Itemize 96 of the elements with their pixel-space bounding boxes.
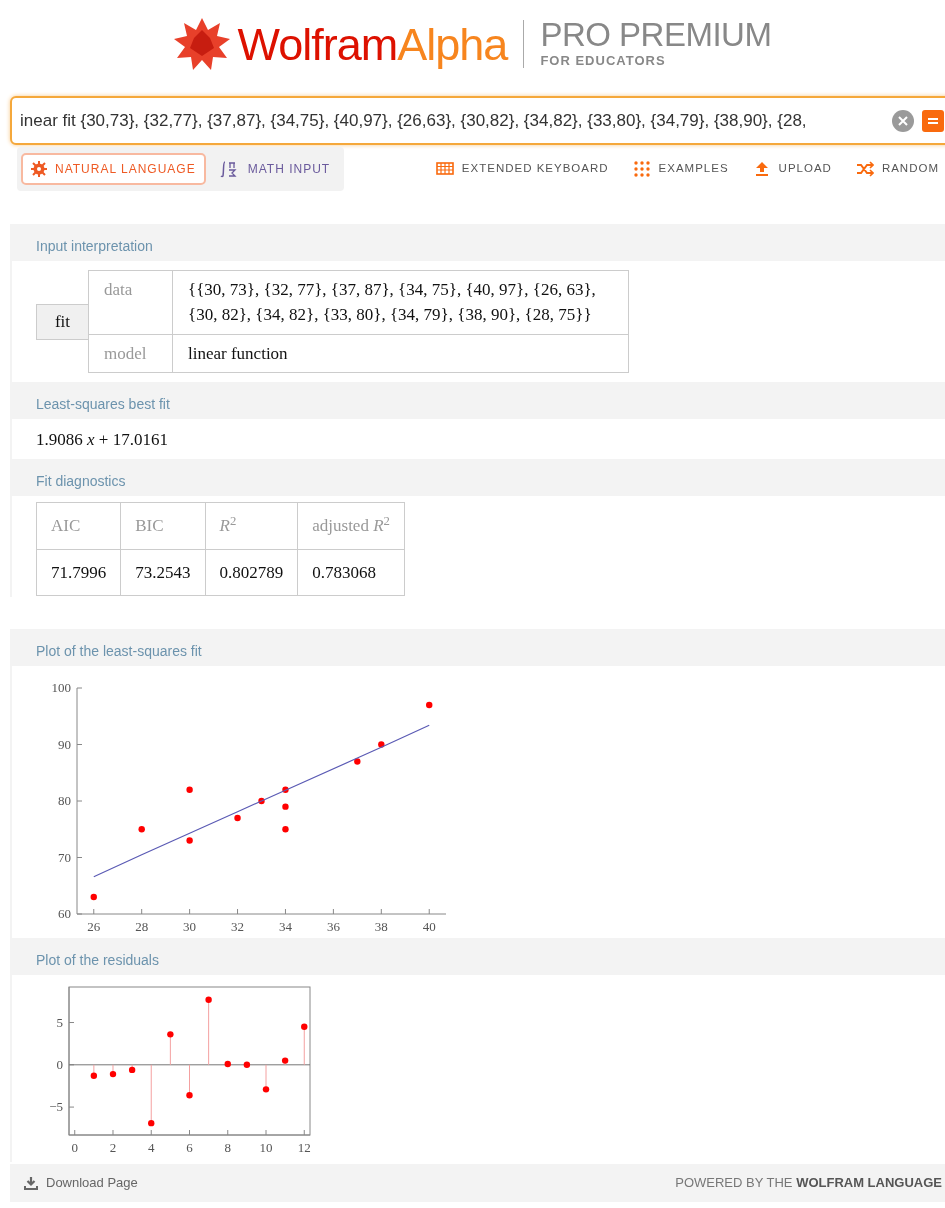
keyboard-icon xyxy=(435,160,454,178)
data-point xyxy=(282,803,289,810)
pod-title: Input interpretation xyxy=(35,237,154,256)
download-link[interactable]: Download Page xyxy=(18,1172,144,1194)
stem-point xyxy=(205,996,212,1066)
data-point xyxy=(354,758,361,765)
dots-grid-icon xyxy=(632,160,651,178)
mode-tab[interactable]: NATURAL LANGUAGE xyxy=(21,153,206,185)
point xyxy=(186,1092,193,1099)
tick-label: 5 xyxy=(56,1014,63,1030)
tick-label: 40 xyxy=(422,919,436,934)
stem-point xyxy=(281,1057,289,1066)
toolbar-link[interactable]: UPLOAD xyxy=(752,160,832,178)
table-cell: model xyxy=(88,334,173,373)
tick-label: 12 xyxy=(297,1140,311,1155)
toolbar-link[interactable]: EXTENDED KEYBOARD xyxy=(435,160,609,178)
gear-icon xyxy=(31,161,47,177)
pod-title: Least-squares best fit xyxy=(35,395,171,414)
point xyxy=(167,1031,174,1038)
point xyxy=(262,1086,270,1093)
edition-title: PRO PREMIUM xyxy=(540,17,772,51)
submit-button[interactable] xyxy=(922,109,944,132)
point xyxy=(205,996,212,1003)
shuffle-icon xyxy=(855,160,874,178)
point xyxy=(90,1072,98,1079)
star-logo-icon xyxy=(173,18,230,70)
stem-point xyxy=(243,1061,251,1068)
point xyxy=(301,1023,308,1030)
tick-label: 0 xyxy=(56,1056,63,1072)
table-cell: 73.2543 xyxy=(120,549,205,596)
tick-label: 2 xyxy=(109,1140,117,1155)
tick-label: 90 xyxy=(58,736,71,752)
search-field[interactable]: inear fit {30,73}, {32,77}, {37,87}, {34,75}, {40,97}, {26,63}, {30,82}, {34,82}, {33,80}, {34,79}, {38,90}, {28, xyxy=(10,96,945,145)
table-cell: linear function xyxy=(172,334,629,373)
tick-label: 8 xyxy=(224,1140,231,1155)
tick-label: 38 xyxy=(374,919,388,934)
point xyxy=(109,1070,117,1078)
stem-point xyxy=(301,1023,308,1066)
stem-point xyxy=(90,1064,98,1079)
table-cell: {{30, 73}, {32, 77}, {37, 87}, {34, 75}, {40, 97}, {26, 63}, {30, 82}, {34, 82}, {33, 80}, {34, 79}, {38, 90}, {28, 75}} xyxy=(172,270,629,335)
stem-point xyxy=(167,1031,174,1066)
pod-title: Plot of the residuals xyxy=(35,951,160,970)
stem-point xyxy=(262,1064,270,1093)
data-point xyxy=(234,814,241,822)
stem-point xyxy=(128,1064,136,1074)
data-point xyxy=(282,786,289,793)
tick-label: 4 xyxy=(148,1140,155,1155)
stem-point xyxy=(109,1064,117,1078)
table-cell: 0.783068 xyxy=(297,549,405,596)
equals-icon xyxy=(927,115,939,126)
tick-label: 10 xyxy=(259,1140,273,1155)
data-point xyxy=(426,701,433,709)
tick-label: 60 xyxy=(58,906,71,921)
tick-label: 28 xyxy=(135,919,149,934)
mode-tab[interactable]: MATH INPUT xyxy=(209,153,341,185)
point xyxy=(148,1119,155,1127)
stem-point xyxy=(148,1064,155,1127)
pod-title: Fit diagnostics xyxy=(35,472,127,491)
edition-subtitle: FOR EDUCATORS xyxy=(540,51,667,70)
tick-label: 36 xyxy=(326,919,340,934)
tick-label: 34 xyxy=(278,919,292,934)
table-cell: 71.7996 xyxy=(36,549,121,596)
table-cell: data xyxy=(88,270,173,335)
tick-label: 32 xyxy=(231,919,245,934)
data-point xyxy=(258,797,265,805)
data-point xyxy=(186,786,193,793)
tick-label: 0 xyxy=(71,1140,78,1155)
table-cell: 0.802789 xyxy=(205,549,298,596)
column-header: BIC xyxy=(120,502,205,549)
data-point xyxy=(282,826,289,833)
tick-label: 80 xyxy=(58,793,71,808)
data-point xyxy=(378,741,385,748)
toolbar-link[interactable]: RANDOM xyxy=(855,160,939,178)
pod-title: Plot of the least-squares fit xyxy=(35,642,203,661)
data-point xyxy=(186,837,193,844)
column-header: AIC xyxy=(36,502,121,549)
tick-label: 100 xyxy=(51,680,71,695)
tick-label: 30 xyxy=(183,919,197,934)
column-header: adjusted R$^{2}$ xyxy=(297,502,405,549)
data-point xyxy=(90,893,97,901)
close-icon xyxy=(898,115,908,126)
powered-by-text: POWERED BY THE WOLFRAM LANGUAGE xyxy=(675,1174,942,1193)
tick-label: 6 xyxy=(186,1140,193,1155)
tick-label: 70 xyxy=(58,849,71,865)
tick-label: 26 xyxy=(87,919,101,934)
column-header: R$^{2}$ xyxy=(205,502,298,549)
download-icon xyxy=(24,1176,38,1190)
formula-text: 1.9086 x + 17.0161 xyxy=(36,429,169,451)
stem-point xyxy=(224,1060,231,1068)
logo-text: WolframAlpha xyxy=(237,21,508,67)
fit-label: fit xyxy=(36,303,88,340)
data-point xyxy=(138,826,145,833)
toolbar-link[interactable]: EXAMPLES xyxy=(632,160,729,178)
tick-label: −5 xyxy=(49,1099,63,1115)
clear-button[interactable] xyxy=(892,109,914,132)
stem-point xyxy=(186,1064,193,1099)
